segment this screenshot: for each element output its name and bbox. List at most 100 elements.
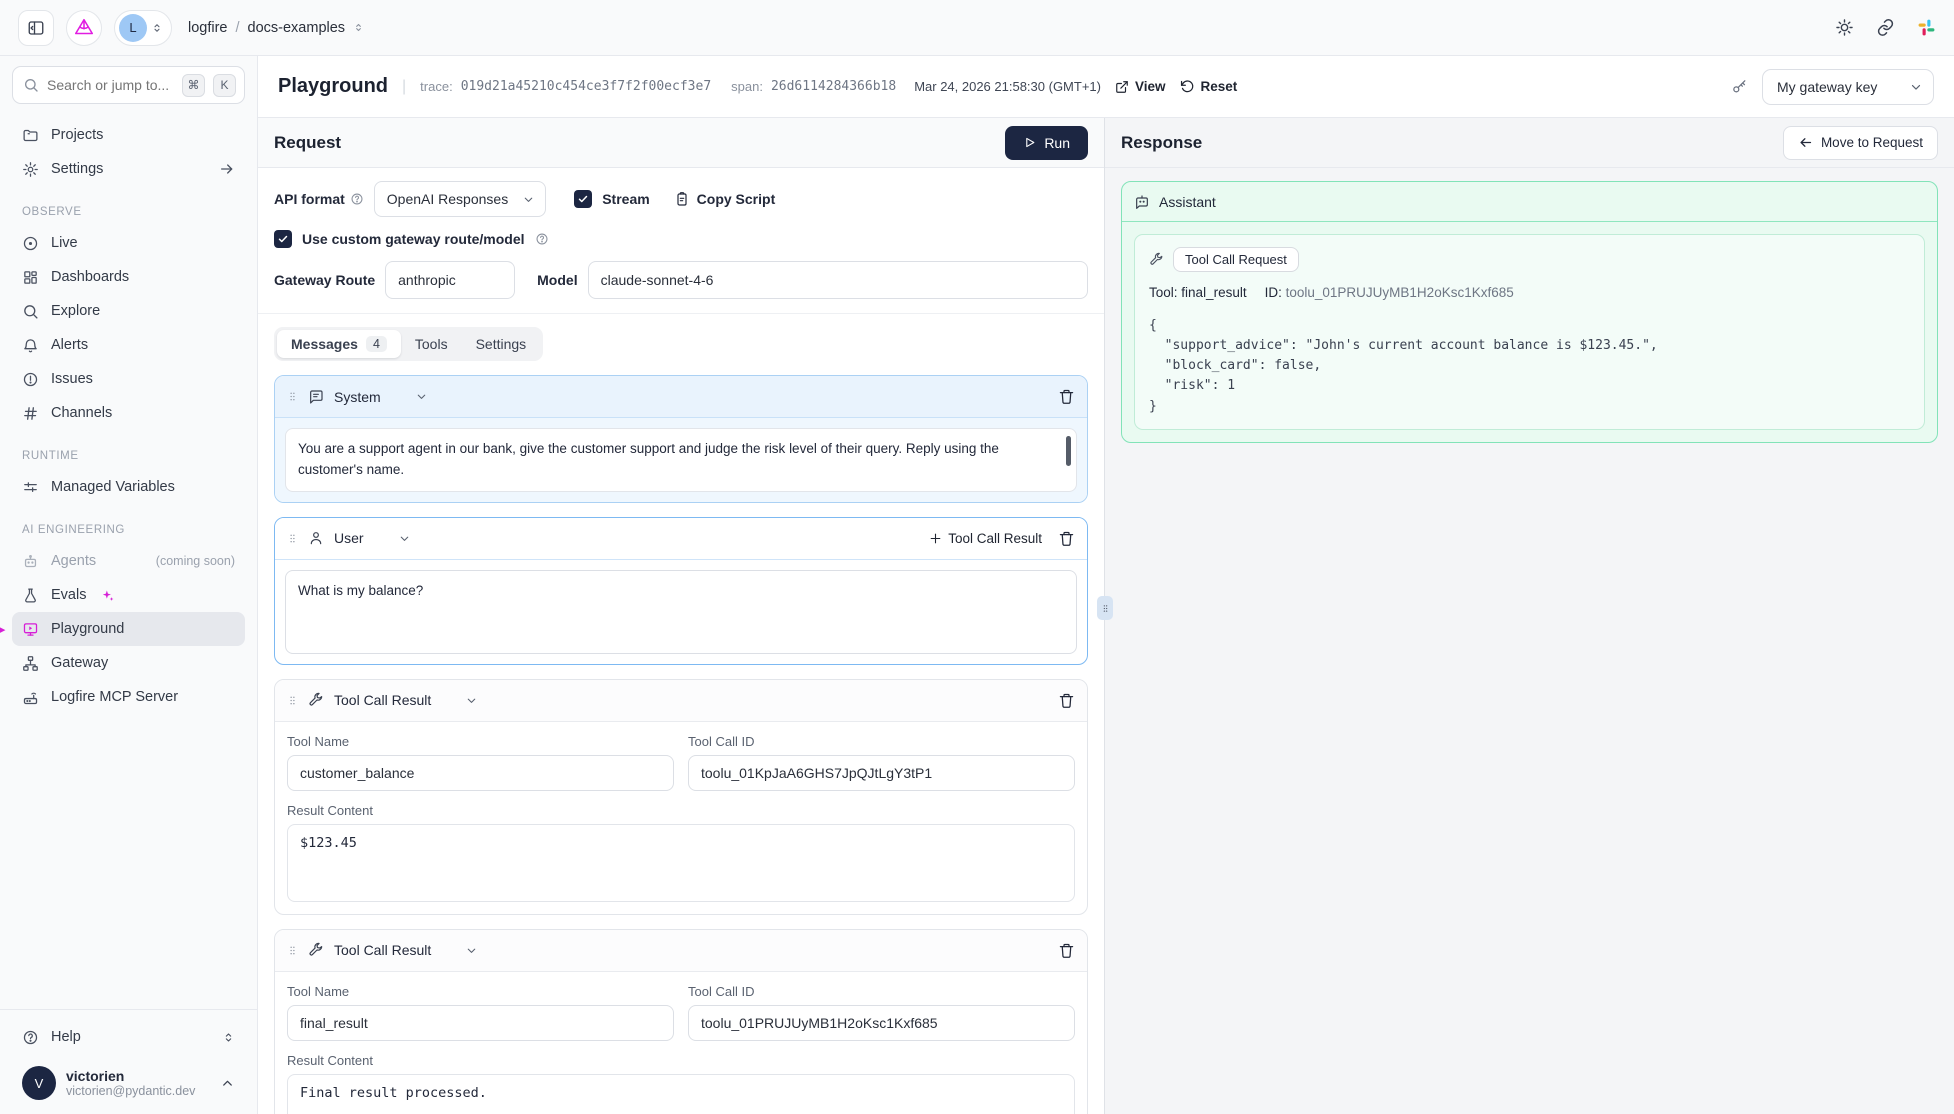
- sidebar-item-help[interactable]: Help: [12, 1020, 245, 1054]
- breadcrumb: logfire / docs-examples: [188, 20, 364, 36]
- sidebar-item-dashboards[interactable]: Dashboards: [12, 260, 245, 294]
- hash-icon: [22, 405, 39, 422]
- tab-messages[interactable]: Messages 4: [277, 330, 401, 358]
- run-button[interactable]: Run: [1005, 126, 1088, 160]
- sidebar-item-explore[interactable]: Explore: [12, 294, 245, 328]
- message-role-select[interactable]: System: [308, 389, 428, 405]
- breadcrumb-org[interactable]: logfire: [188, 20, 228, 36]
- help-circle-icon[interactable]: [535, 232, 549, 246]
- workspace-switcher[interactable]: L: [114, 10, 172, 46]
- copy-script-button[interactable]: Copy Script: [674, 191, 776, 207]
- sidebar-item-gateway[interactable]: Gateway: [12, 646, 245, 680]
- network-icon: [22, 655, 39, 672]
- message-role-select[interactable]: Tool Call Result: [308, 692, 478, 708]
- section-divider: [258, 313, 1104, 314]
- drag-handle-icon[interactable]: [287, 389, 298, 404]
- sidebar-item-alerts[interactable]: Alerts: [12, 328, 245, 362]
- custom-gateway-checkbox[interactable]: [274, 230, 292, 248]
- sidebar-item-label: Issues: [51, 371, 93, 387]
- tool-call-id-input[interactable]: [688, 755, 1075, 791]
- run-label: Run: [1044, 135, 1070, 151]
- theme-toggle-icon[interactable]: [1835, 18, 1854, 37]
- api-format-select[interactable]: OpenAI Responses: [374, 181, 546, 217]
- chevron-down-icon: [398, 532, 411, 545]
- wrench-icon: [308, 942, 324, 958]
- tab-tools[interactable]: Tools: [401, 330, 462, 358]
- sidebar-item-label: Managed Variables: [51, 479, 175, 495]
- sidebar-item-managed-variables[interactable]: Managed Variables: [12, 470, 245, 504]
- custom-gateway-label[interactable]: Use custom gateway route/model: [302, 231, 525, 247]
- sidebar-nav: Projects Settings OBSERVE Live Dashboard…: [12, 118, 245, 714]
- drag-handle-icon[interactable]: [287, 693, 298, 708]
- sidebar-item-logfire-mcp-server[interactable]: Logfire MCP Server: [12, 680, 245, 714]
- tool-call-request-card: Tool Call Request Tool: final_result ID:…: [1134, 234, 1925, 430]
- add-tool-call-result-button[interactable]: Tool Call Result: [929, 531, 1042, 546]
- api-format-value: OpenAI Responses: [387, 191, 508, 207]
- search-input[interactable]: [47, 77, 174, 93]
- delete-message-button[interactable]: [1058, 530, 1075, 547]
- collapse-sidebar-button[interactable]: [18, 10, 54, 46]
- sidebar-item-issues[interactable]: Issues: [12, 362, 245, 396]
- slack-icon[interactable]: [1917, 18, 1936, 37]
- tab-label: Messages: [291, 336, 358, 352]
- sidebar-item-agents: Agents (coming soon): [12, 544, 245, 578]
- grid-icon: [22, 269, 39, 286]
- message-role-select[interactable]: Tool Call Result: [308, 942, 478, 958]
- sidebar-item-channels[interactable]: Channels: [12, 396, 245, 430]
- tool-name-input[interactable]: [287, 1005, 674, 1041]
- help-circle-icon[interactable]: [350, 192, 364, 206]
- tab-label: Settings: [476, 336, 527, 352]
- span-label: span:: [731, 79, 763, 94]
- breadcrumb-project[interactable]: docs-examples: [248, 20, 346, 36]
- reset-button[interactable]: Reset: [1180, 79, 1238, 94]
- tool-label: Tool:: [1149, 285, 1178, 300]
- move-to-request-button[interactable]: Move to Request: [1783, 126, 1938, 160]
- reset-label: Reset: [1201, 79, 1238, 94]
- section-runtime: RUNTIME: [22, 450, 235, 462]
- message-role-label: Tool Call Result: [334, 692, 431, 708]
- sidebar-item-settings[interactable]: Settings: [12, 152, 245, 186]
- sidebar-item-evals[interactable]: Evals: [12, 578, 245, 612]
- scrollbar-thumb[interactable]: [1066, 436, 1071, 466]
- avatar: V: [22, 1066, 56, 1100]
- system-message-textarea[interactable]: You are a support agent in our bank, giv…: [285, 428, 1077, 492]
- result-content-textarea[interactable]: Final result processed.: [287, 1074, 1075, 1114]
- gateway-route-label: Gateway Route: [274, 272, 375, 288]
- user-icon: [308, 530, 324, 546]
- drag-handle-icon[interactable]: [287, 943, 298, 958]
- gear-icon: [22, 161, 39, 178]
- user-menu[interactable]: V victorien victorien@pydantic.dev: [12, 1058, 245, 1102]
- message-role-select[interactable]: User: [308, 530, 411, 546]
- result-content-textarea[interactable]: $123.45: [287, 824, 1075, 902]
- sidebar-item-live[interactable]: Live: [12, 226, 245, 260]
- assistant-message-card: Assistant Tool Call Request Tool: final_…: [1121, 181, 1938, 443]
- stream-checkbox[interactable]: [574, 190, 592, 208]
- share-link-icon[interactable]: [1876, 18, 1895, 37]
- view-label: View: [1135, 79, 1166, 94]
- panel-resize-handle[interactable]: [1097, 596, 1113, 620]
- delete-message-button[interactable]: [1058, 942, 1075, 959]
- drag-handle-icon[interactable]: [287, 531, 298, 546]
- tool-name-input[interactable]: [287, 755, 674, 791]
- sidebar-bottom: Help V victorien victorien@pydantic.dev: [12, 1009, 245, 1102]
- logfire-logo-button[interactable]: [66, 10, 102, 46]
- tab-settings[interactable]: Settings: [462, 330, 541, 358]
- chevrons-up-down-icon[interactable]: [353, 22, 364, 33]
- response-title: Response: [1121, 133, 1202, 153]
- sidebar-item-projects[interactable]: Projects: [12, 118, 245, 152]
- tool-call-id-input[interactable]: [688, 1005, 1075, 1041]
- message-card-system: System You are a support agent in our ba…: [274, 375, 1088, 503]
- coming-soon-label: (coming soon): [156, 554, 235, 568]
- gateway-key-select[interactable]: My gateway key: [1762, 69, 1934, 105]
- model-input[interactable]: [588, 261, 1088, 299]
- delete-message-button[interactable]: [1058, 388, 1075, 405]
- delete-message-button[interactable]: [1058, 692, 1075, 709]
- gateway-route-input[interactable]: [385, 261, 515, 299]
- system-message-content: You are a support agent in our bank, giv…: [298, 441, 999, 477]
- search-icon: [22, 303, 39, 320]
- user-message-textarea[interactable]: What is my balance?: [285, 570, 1077, 654]
- sidebar-item-playground[interactable]: ▶ Playground: [12, 612, 245, 646]
- view-trace-link[interactable]: View: [1115, 79, 1166, 94]
- stream-label[interactable]: Stream: [602, 191, 649, 207]
- search-box[interactable]: ⌘ K: [12, 66, 245, 104]
